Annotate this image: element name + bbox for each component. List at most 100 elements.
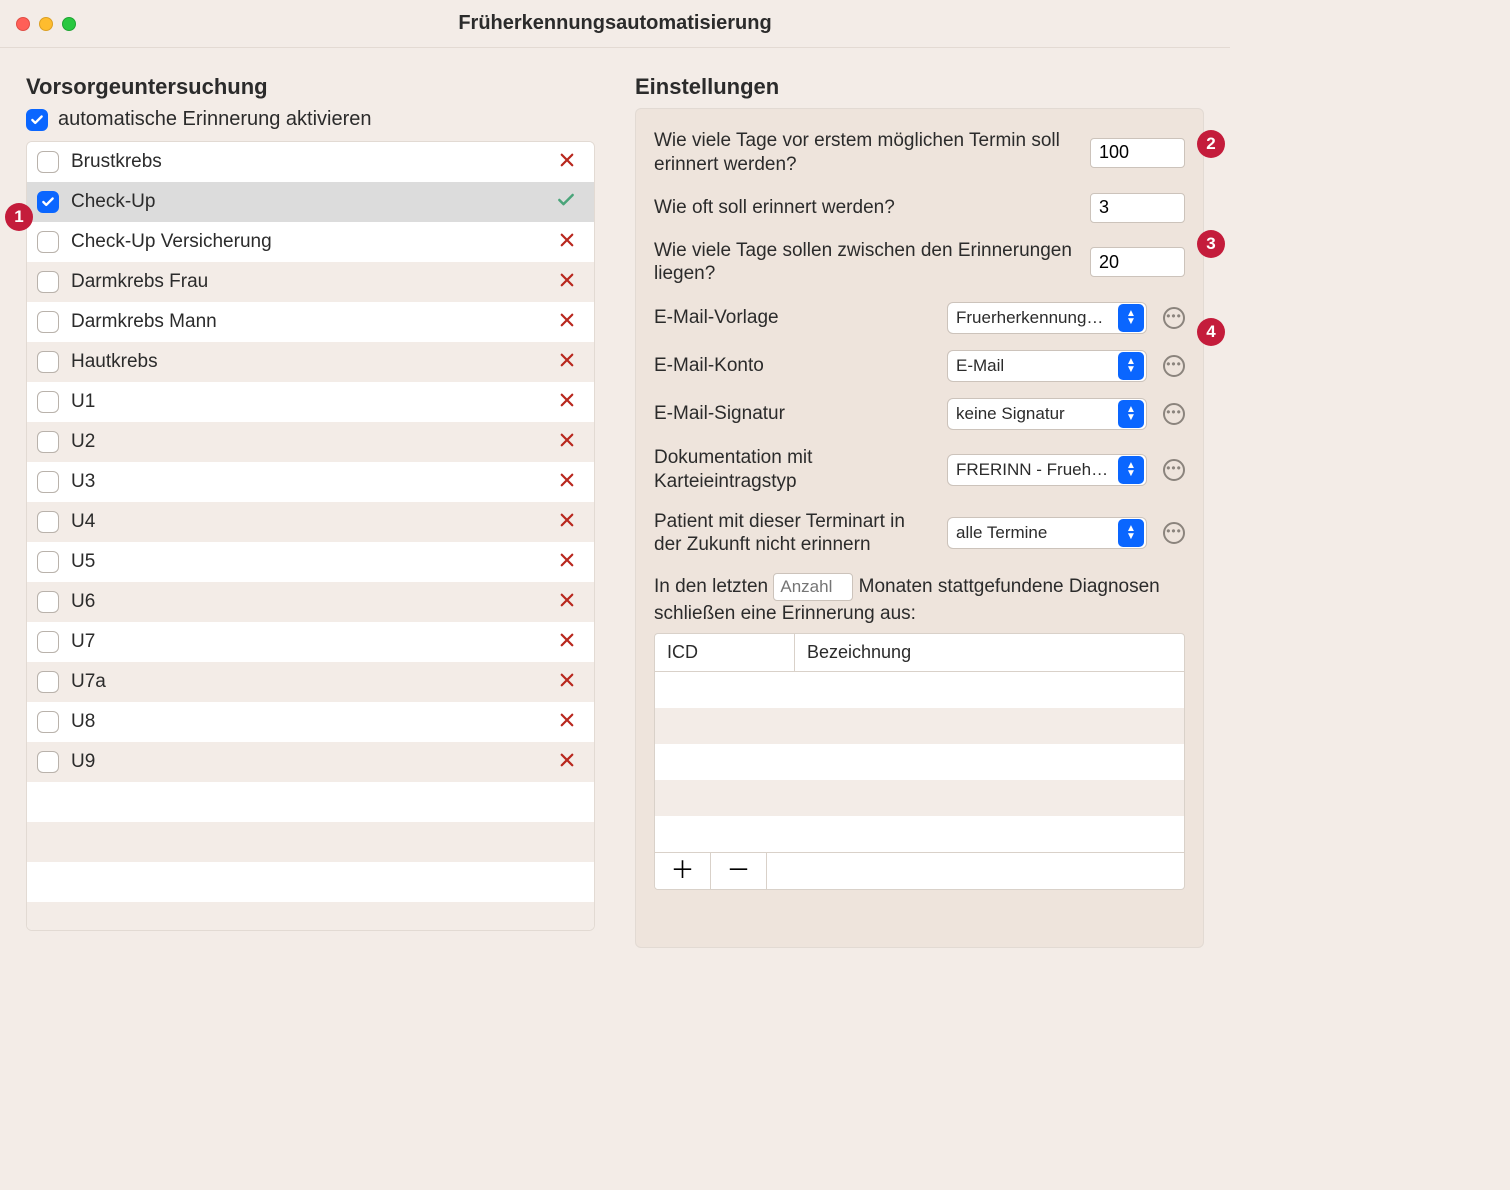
row-checkbox[interactable] xyxy=(37,471,59,493)
row-label: U2 xyxy=(71,431,546,453)
table-body xyxy=(655,672,1184,852)
row-label: U1 xyxy=(71,391,546,413)
row-checkbox[interactable] xyxy=(37,311,59,333)
more-button-email-signature[interactable]: ••• xyxy=(1163,403,1185,425)
list-item-empty xyxy=(27,862,594,902)
label-days-before: Wie viele Tage vor erstem möglichen Term… xyxy=(654,129,1080,177)
list-item[interactable]: U9 xyxy=(27,742,594,782)
row-checkbox[interactable] xyxy=(37,711,59,733)
table-row[interactable] xyxy=(655,780,1184,816)
list-item[interactable]: U5 xyxy=(27,542,594,582)
select-email-account[interactable]: E-Mail ▲▼ xyxy=(947,350,1147,382)
x-icon xyxy=(558,549,576,575)
x-icon xyxy=(558,629,576,655)
input-how-often[interactable] xyxy=(1090,193,1185,223)
table-row[interactable] xyxy=(655,816,1184,852)
sentence-pre: In den letzten xyxy=(654,576,768,597)
x-icon xyxy=(558,469,576,495)
x-icon xyxy=(558,229,576,255)
row-label: U9 xyxy=(71,751,546,773)
select-value: Fruerherkennung… xyxy=(956,308,1103,328)
row-checkbox[interactable] xyxy=(37,351,59,373)
remove-row-button[interactable]: － xyxy=(711,853,767,889)
x-icon xyxy=(558,149,576,175)
list-item[interactable]: Darmkrebs Frau xyxy=(27,262,594,302)
list-item[interactable]: U3 xyxy=(27,462,594,502)
select-doc-type[interactable]: FRERINN - Frueh… ▲▼ xyxy=(947,454,1147,486)
list-item[interactable]: U7 xyxy=(27,622,594,662)
select-email-template[interactable]: Fruerherkennung… ▲▼ xyxy=(947,302,1147,334)
row-checkbox[interactable] xyxy=(37,551,59,573)
window-title: Früherkennungsautomatisierung xyxy=(0,12,1230,35)
list-item[interactable]: Hautkrebs xyxy=(27,342,594,382)
row-checkbox[interactable] xyxy=(37,751,59,773)
x-icon xyxy=(558,389,576,415)
row-checkbox[interactable] xyxy=(37,591,59,613)
table-row[interactable] xyxy=(655,744,1184,780)
input-months[interactable] xyxy=(773,573,853,601)
more-button-email-template[interactable]: ••• xyxy=(1163,307,1185,329)
label-skip-appt: Patient mit dieser Terminart in der Zuku… xyxy=(654,510,937,558)
row-label: U7a xyxy=(71,671,546,693)
input-days-between[interactable] xyxy=(1090,247,1185,277)
row-checkbox[interactable] xyxy=(37,151,59,173)
table-row[interactable] xyxy=(655,708,1184,744)
chevron-up-down-icon: ▲▼ xyxy=(1118,352,1144,380)
more-button-doc-type[interactable]: ••• xyxy=(1163,459,1185,481)
right-pane: Einstellungen Wie viele Tage vor erstem … xyxy=(635,64,1204,948)
row-label: Darmkrebs Mann xyxy=(71,311,546,333)
list-item[interactable]: Darmkrebs Mann xyxy=(27,302,594,342)
list-item[interactable]: Check-Up xyxy=(27,182,594,222)
select-value: keine Signatur xyxy=(956,404,1065,424)
table-footer: ＋ － xyxy=(655,852,1184,889)
more-button-skip-appt[interactable]: ••• xyxy=(1163,522,1185,544)
footer-spacer xyxy=(767,853,1184,889)
select-email-signature[interactable]: keine Signatur ▲▼ xyxy=(947,398,1147,430)
row-label: U7 xyxy=(71,631,546,653)
label-email-signature: E-Mail-Signatur xyxy=(654,402,937,426)
callout-badge-1: 1 xyxy=(5,203,33,231)
row-checkbox[interactable] xyxy=(37,231,59,253)
row-label: Hautkrebs xyxy=(71,351,546,373)
row-checkbox[interactable] xyxy=(37,631,59,653)
x-icon xyxy=(558,709,576,735)
list-item[interactable]: Brustkrebs xyxy=(27,142,594,182)
row-checkbox[interactable] xyxy=(37,271,59,293)
list-item[interactable]: U2 xyxy=(27,422,594,462)
col-icd: ICD xyxy=(655,634,795,671)
label-email-template: E-Mail-Vorlage xyxy=(654,306,937,330)
select-skip-appt[interactable]: alle Termine ▲▼ xyxy=(947,517,1147,549)
x-icon xyxy=(558,349,576,375)
row-label: U3 xyxy=(71,471,546,493)
chevron-up-down-icon: ▲▼ xyxy=(1118,519,1144,547)
diagnosis-table: ICD Bezeichnung ＋ － xyxy=(654,633,1185,890)
list-item[interactable]: U8 xyxy=(27,702,594,742)
row-checkbox[interactable] xyxy=(37,191,59,213)
table-row[interactable] xyxy=(655,672,1184,708)
list-item[interactable]: U6 xyxy=(27,582,594,622)
list-item[interactable]: U1 xyxy=(27,382,594,422)
x-icon xyxy=(558,309,576,335)
list-item-empty xyxy=(27,822,594,862)
row-label: U4 xyxy=(71,511,546,533)
row-label: U6 xyxy=(71,591,546,613)
row-checkbox[interactable] xyxy=(37,391,59,413)
master-checkbox-row: automatische Erinnerung aktivieren xyxy=(26,108,595,131)
label-email-account: E-Mail-Konto xyxy=(654,354,937,378)
exam-list: BrustkrebsCheck-UpCheck-Up VersicherungD… xyxy=(26,141,595,931)
content: Vorsorgeuntersuchung automatische Erinne… xyxy=(0,48,1230,974)
add-row-button[interactable]: ＋ xyxy=(655,853,711,889)
chevron-up-down-icon: ▲▼ xyxy=(1118,456,1144,484)
x-icon xyxy=(558,429,576,455)
row-checkbox[interactable] xyxy=(37,671,59,693)
master-checkbox[interactable] xyxy=(26,109,48,131)
row-checkbox[interactable] xyxy=(37,431,59,453)
input-days-before[interactable] xyxy=(1090,138,1185,168)
more-button-email-account[interactable]: ••• xyxy=(1163,355,1185,377)
list-item[interactable]: Check-Up Versicherung xyxy=(27,222,594,262)
list-item[interactable]: U7a xyxy=(27,662,594,702)
list-item[interactable]: U4 xyxy=(27,502,594,542)
list-item-empty xyxy=(27,782,594,822)
row-checkbox[interactable] xyxy=(37,511,59,533)
right-heading: Einstellungen xyxy=(635,74,1204,100)
